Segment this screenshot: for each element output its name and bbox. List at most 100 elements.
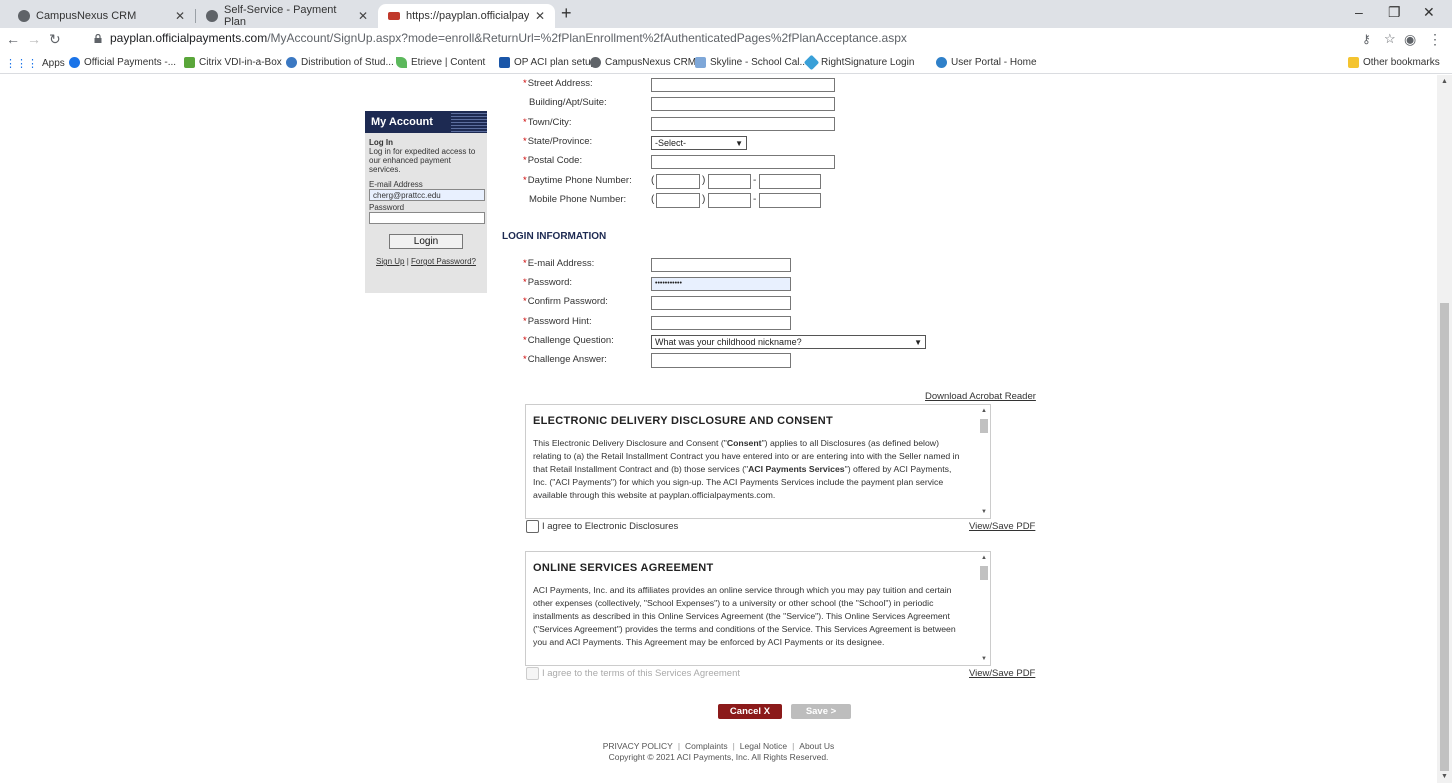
sidebar-email-input[interactable]: cherg@prattcc.edu (369, 189, 485, 201)
street-address-row: *Street Address: (523, 78, 593, 89)
bookmark-rightsignature[interactable]: RightSignature Login (803, 54, 914, 71)
menu-dots-icon[interactable]: ⋮ (1428, 31, 1442, 48)
apps-grid-icon: ⋮⋮⋮ (5, 58, 38, 70)
services-scrollbar[interactable]: ▲ ▼ (978, 552, 990, 665)
bookmark-label: User Portal - Home (951, 57, 1037, 68)
challenge-answer-input[interactable] (651, 353, 791, 368)
town-input[interactable] (651, 117, 835, 131)
bookmark-other[interactable]: Other bookmarks (1348, 57, 1440, 68)
password-hint-input[interactable] (651, 316, 791, 330)
bookmark-campusnexus[interactable]: CampusNexus CRM (590, 57, 696, 68)
minimize-icon[interactable]: – (1355, 4, 1363, 20)
bookmark-op-aci[interactable]: OP ACI plan setup (499, 57, 596, 68)
reload-icon[interactable]: ↻ (49, 31, 61, 48)
login-email-input[interactable] (651, 258, 791, 272)
new-tab-icon[interactable]: + (561, 3, 572, 24)
page-scroll-thumb[interactable] (1440, 303, 1449, 771)
challenge-question-select[interactable]: What was your childhood nickname? ▼ (651, 335, 926, 349)
browser-tab-campusnexus[interactable]: CampusNexus CRM ✕ (8, 4, 195, 28)
bookmark-label: Other bookmarks (1363, 57, 1440, 68)
postal-input[interactable] (651, 155, 835, 169)
official-payments-icon (69, 57, 80, 68)
link-separator: | (406, 257, 409, 266)
window-close-icon[interactable]: ✕ (1423, 4, 1435, 21)
leaf-icon (396, 57, 407, 68)
bookmark-apps[interactable]: ⋮⋮⋮ Apps (5, 57, 65, 70)
challenge-question-row: *Challenge Question: (523, 335, 614, 346)
mobile-phone-line-input[interactable] (759, 193, 821, 208)
mobile-phone-prefix-input[interactable] (708, 193, 751, 208)
bookmark-etrieve[interactable]: Etrieve | Content (396, 57, 485, 68)
daytime-phone-label: Daytime Phone Number: (527, 175, 632, 186)
scroll-up-icon[interactable]: ▲ (1441, 78, 1448, 85)
close-icon[interactable]: ✕ (175, 9, 185, 23)
password-label: Password: (527, 277, 573, 288)
scroll-down-icon[interactable]: ▼ (1441, 773, 1448, 780)
daytime-phone-area-input[interactable] (656, 174, 700, 189)
mobile-phone-area-input[interactable] (656, 193, 700, 208)
tab-title: CampusNexus CRM (36, 10, 137, 22)
services-view-pdf-link[interactable]: View/Save PDF (969, 668, 1035, 679)
daytime-phone-row: *Daytime Phone Number: (523, 175, 632, 186)
browser-tab-self-service[interactable]: Self-Service - Payment Plan ✕ (196, 4, 378, 28)
bookmark-official-payments[interactable]: Official Payments -... (69, 57, 176, 68)
back-arrow-icon[interactable]: ← (6, 31, 20, 47)
scroll-thumb[interactable] (980, 566, 988, 580)
legal-notice-link[interactable]: Legal Notice (740, 741, 787, 751)
state-select-value: -Select- (655, 138, 687, 148)
sidebar-password-input[interactable] (369, 212, 485, 224)
cancel-button[interactable]: Cancel X (718, 704, 782, 719)
bookmark-user-portal[interactable]: User Portal - Home (936, 57, 1037, 68)
daytime-phone-line-input[interactable] (759, 174, 821, 189)
profile-icon[interactable]: ◉ (1404, 31, 1416, 48)
sign-up-link[interactable]: Sign Up (376, 257, 404, 266)
electronic-disclosure-agree[interactable]: I agree to Electronic Disclosures (526, 520, 678, 533)
street-address-label: Street Address: (527, 78, 593, 89)
tab-title: Self-Service - Payment Plan (224, 4, 337, 28)
complaints-link[interactable]: Complaints (685, 741, 728, 751)
rightsignature-icon (803, 54, 820, 71)
privacy-policy-link[interactable]: PRIVACY POLICY (603, 741, 673, 751)
login-button[interactable]: Login (389, 234, 463, 249)
services-checkbox[interactable] (526, 667, 539, 680)
disclosure-scrollbar[interactable]: ▲ ▼ (978, 405, 990, 518)
key-icon[interactable]: ⚷ (1362, 32, 1371, 46)
scroll-up-icon[interactable]: ▲ (981, 408, 987, 414)
close-icon[interactable]: ✕ (358, 9, 368, 23)
about-us-link[interactable]: About Us (799, 741, 834, 751)
disclosure-view-pdf-link[interactable]: View/Save PDF (969, 521, 1035, 532)
scroll-down-icon[interactable]: ▼ (981, 509, 987, 515)
services-agreement-box[interactable]: ONLINE SERVICES AGREEMENT ACI Payments, … (525, 551, 991, 666)
close-icon[interactable]: ✕ (535, 9, 545, 23)
forward-arrow-icon[interactable]: → (27, 31, 41, 47)
bookmark-label: CampusNexus CRM (605, 57, 697, 68)
address-bar[interactable]: payplan.officialpayments.com/MyAccount/S… (110, 31, 907, 45)
restore-icon[interactable]: ❐ (1388, 4, 1401, 21)
street-address-input[interactable] (651, 78, 835, 92)
save-button[interactable]: Save > (791, 704, 851, 719)
bookmark-citrix[interactable]: Citrix VDI-in-a-Box (184, 57, 282, 68)
building-input[interactable] (651, 97, 835, 111)
confirm-password-input[interactable] (651, 296, 791, 310)
download-acrobat-reader-link[interactable]: Download Acrobat Reader (925, 391, 1036, 402)
bookmark-distribution[interactable]: Distribution of Stud... (286, 57, 394, 68)
services-agreement-agree[interactable]: I agree to the terms of this Services Ag… (526, 667, 740, 680)
browser-tab-payplan[interactable]: https://payplan.officialpayments ✕ (378, 4, 555, 28)
disclosure-checkbox[interactable] (526, 520, 539, 533)
bookmark-skyline[interactable]: Skyline - School Cal... (695, 57, 808, 68)
postal-label: Postal Code: (527, 155, 583, 166)
password-input[interactable]: ••••••••••• (651, 277, 791, 291)
bookmark-label: Etrieve | Content (411, 57, 486, 68)
scroll-down-icon[interactable]: ▼ (981, 656, 987, 662)
page-scrollbar[interactable]: ▲ ▼ (1437, 75, 1452, 783)
scroll-up-icon[interactable]: ▲ (981, 555, 987, 561)
state-select[interactable]: -Select- ▼ (651, 136, 747, 150)
scroll-thumb[interactable] (980, 419, 988, 433)
paren-open: ( (651, 175, 655, 186)
daytime-phone-prefix-input[interactable] (708, 174, 751, 189)
challenge-question-label: Challenge Question: (527, 335, 614, 346)
forgot-password-link[interactable]: Forgot Password? (411, 257, 476, 266)
electronic-disclosure-box[interactable]: ELECTRONIC DELIVERY DISCLOSURE AND CONSE… (525, 404, 991, 519)
star-icon[interactable]: ☆ (1384, 31, 1396, 47)
mobile-phone-row: Mobile Phone Number: (529, 194, 626, 208)
